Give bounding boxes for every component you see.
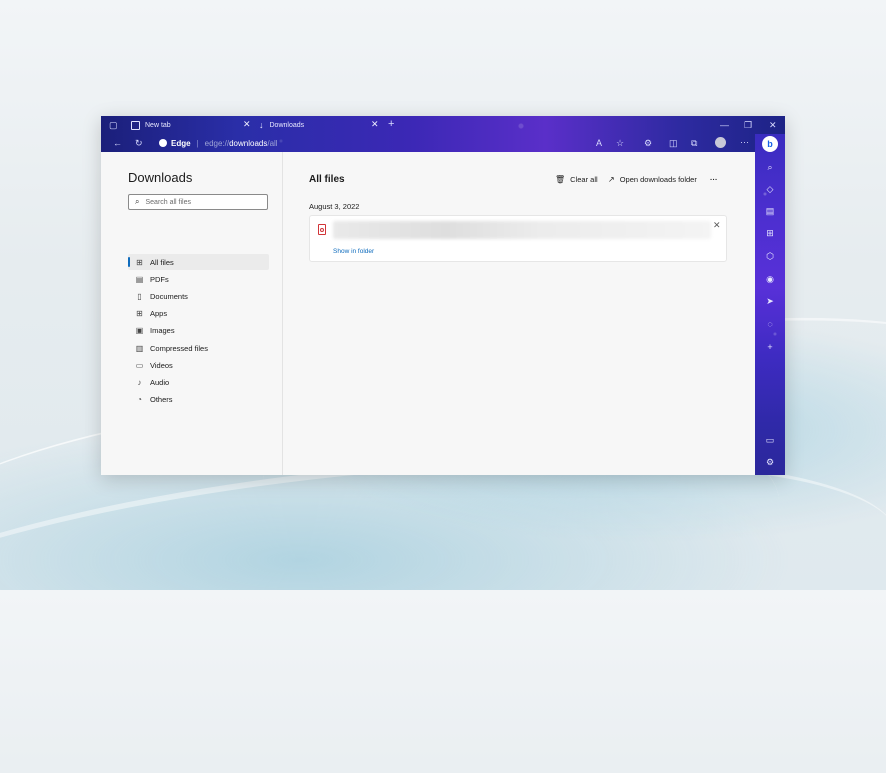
trash-icon: 🗑 (555, 175, 566, 184)
url-host: edge:// (204, 138, 230, 148)
tab-label: Downloads (269, 121, 305, 129)
extensions-icon[interactable]: ⚙ (644, 137, 652, 149)
new-tab-icon (131, 120, 140, 130)
collections-icon[interactable]: ⧉ (691, 137, 697, 149)
downloads-main: All files 🗑 Clear all ↗ Open downloads f… (283, 152, 755, 475)
filter-label: All files (150, 257, 174, 267)
back-icon[interactable]: ← (113, 137, 122, 149)
settings-icon[interactable]: ⚙ (762, 455, 778, 469)
document-icon: ▯ (137, 291, 142, 301)
downloads-nav-pane: Downloads ⌕ Search all files ⊞ All files ▤… (101, 152, 283, 475)
filter-label: Audio (150, 377, 170, 387)
others-icon: ◔ (137, 395, 142, 405)
bing-chat-icon[interactable]: b (762, 136, 778, 152)
games-icon[interactable]: ◉ (762, 272, 778, 286)
pdf-file-icon (318, 224, 326, 235)
section-title: All files (309, 174, 345, 185)
clear-all-label: Clear all (570, 175, 598, 184)
drop-icon[interactable]: ◌ (762, 317, 778, 331)
search-icon[interactable]: ⌕ (762, 160, 778, 174)
tools-icon[interactable]: ▤ (762, 204, 778, 218)
filter-audio[interactable]: ♪ Audio (128, 374, 269, 390)
pdf-icon: ▤ (135, 274, 144, 284)
tab-label: New tab (145, 121, 171, 129)
url-suffix: /all (267, 138, 278, 148)
video-icon: ▭ (135, 360, 144, 370)
filter-label: Documents (150, 291, 188, 301)
date-group-label: August 3, 2022 (309, 202, 360, 211)
filter-others[interactable]: ◔ Others (128, 392, 269, 408)
split-screen-icon[interactable]: ◫ (669, 137, 678, 149)
active-indicator (128, 257, 130, 267)
refresh-icon[interactable]: ↻ (135, 137, 143, 149)
shopping-icon[interactable]: ◇ (762, 182, 778, 196)
filter-label: Images (150, 326, 175, 336)
office-icon[interactable]: ⊞ (762, 226, 778, 240)
filter-apps[interactable]: ⊞ Apps (128, 306, 269, 322)
new-tab-button[interactable]: + (388, 118, 394, 130)
address-brand: Edge (171, 138, 191, 148)
close-tab-icon[interactable]: ✕ (371, 119, 379, 130)
sidebar-toggle-icon[interactable]: ▭ (762, 433, 778, 447)
archive-icon: ▥ (135, 343, 144, 353)
profile-icon[interactable] (715, 137, 726, 148)
edge-logo-icon (159, 139, 167, 147)
minimize-button[interactable]: — (720, 119, 729, 131)
more-icon[interactable]: ··· (740, 136, 749, 148)
restore-button[interactable]: ❐ (744, 119, 752, 131)
title-bar: ▢ New tab ✕ ↓ Downloads ✕ + — ❐ ✕ ← ↻ Ed… (101, 116, 785, 152)
edge-sidebar: b ⌕ ◇ ▤ ⊞ ⬡ ◉ ➤ ◌ + ▭ ⚙ (755, 134, 785, 475)
page-title: Downloads (128, 170, 193, 185)
search-placeholder: Search all files (145, 198, 192, 206)
audio-icon: ♪ (137, 377, 142, 387)
search-icon: ⌕ (135, 197, 140, 206)
toolbar: ← ↻ Edge | edge:// downloads /all A ☆ ⚙ … (101, 134, 785, 152)
downloads-page: Downloads ⌕ Search all files ⊞ All files ▤… (101, 152, 755, 475)
open-downloads-folder-button[interactable]: ↗ Open downloads folder (608, 175, 697, 184)
grid-icon: ⊞ (136, 257, 143, 267)
address-divider: | (196, 138, 199, 148)
add-icon[interactable]: + (762, 340, 778, 354)
close-window-button[interactable]: ✕ (769, 119, 777, 131)
filter-videos[interactable]: ▭ Videos (128, 357, 269, 373)
download-item[interactable]: Show in folder ✕ (309, 215, 727, 262)
tab-strip: ▢ New tab ✕ ↓ Downloads ✕ + — ❐ ✕ (101, 116, 785, 134)
show-in-folder-link[interactable]: Show in folder (333, 248, 374, 255)
filter-label: PDFs (150, 274, 169, 284)
image-icon: ▣ (135, 326, 144, 336)
outlook-icon[interactable]: ⬡ (762, 249, 778, 263)
telegram-icon[interactable]: ➤ (762, 294, 778, 308)
filter-documents[interactable]: ▯ Documents (128, 288, 269, 304)
filter-label: Compressed files (150, 343, 208, 353)
open-folder-label: Open downloads folder (619, 175, 697, 184)
file-name-redacted (333, 221, 711, 239)
download-icon: ↓ (259, 120, 264, 130)
search-input[interactable]: ⌕ Search all files (128, 194, 268, 210)
browser-window: ▢ New tab ✕ ↓ Downloads ✕ + — ❐ ✕ ← ↻ Ed… (101, 116, 785, 475)
tab-downloads[interactable]: ↓ Downloads ✕ (259, 117, 383, 133)
clear-all-button[interactable]: 🗑 Clear all (555, 175, 598, 184)
filter-label: Videos (150, 360, 173, 370)
tab-actions-icon[interactable]: ▢ (109, 119, 118, 131)
filter-pdfs[interactable]: ▤ PDFs (128, 271, 269, 287)
remove-item-icon[interactable]: ✕ (713, 220, 721, 231)
favorites-icon[interactable]: ☆ (616, 137, 624, 149)
close-tab-icon[interactable]: ✕ (243, 119, 251, 130)
url-path: downloads (229, 138, 268, 148)
more-options-button[interactable]: ··· (710, 175, 718, 184)
apps-icon: ⊞ (136, 309, 143, 319)
open-external-icon: ↗ (608, 175, 615, 184)
filter-label: Apps (150, 309, 168, 319)
filter-label: Others (150, 395, 173, 405)
filter-all-files[interactable]: ⊞ All files (128, 254, 269, 270)
filter-images[interactable]: ▣ Images (128, 323, 269, 339)
read-aloud-icon[interactable]: A (596, 137, 602, 149)
filter-compressed-files[interactable]: ▥ Compressed files (128, 340, 269, 356)
tab-new-tab[interactable]: New tab ✕ (131, 117, 251, 133)
